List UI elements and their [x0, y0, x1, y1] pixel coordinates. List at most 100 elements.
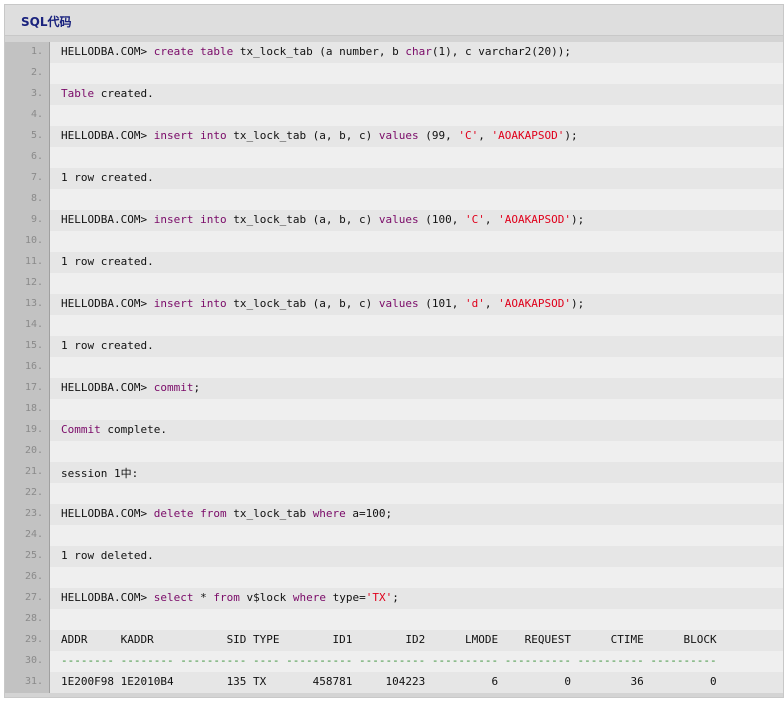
code-text: 1 row created.: [61, 255, 154, 268]
code-line: 13. HELLODBA.COM> insert into tx_lock_tab…: [5, 294, 783, 315]
line-gutter: 25.: [5, 546, 50, 567]
code-token: HELLODBA.COM>: [61, 45, 154, 58]
code-block-header: SQL代码: [5, 5, 783, 36]
code-token: 1 row created.: [61, 339, 154, 352]
code-token: HELLODBA.COM>: [61, 591, 154, 604]
sql-string: 'C': [465, 213, 485, 226]
sql-keyword: insert: [153, 297, 194, 310]
line-number: 22.: [24, 487, 43, 498]
sql-keyword: commit: [153, 381, 194, 394]
sql-keyword: into: [200, 297, 227, 310]
code-line: 15. 1 row created.: [5, 336, 783, 357]
code-line: 12.: [5, 273, 783, 294]
code-token: );: [571, 213, 585, 226]
line-number: 10.: [24, 235, 43, 246]
line-gutter: 12.: [5, 273, 50, 294]
line-number: 1.: [30, 46, 43, 57]
code-token: complete.: [100, 423, 167, 436]
code-line: 18.: [5, 399, 783, 420]
line-gutter: 1.: [5, 42, 50, 63]
line-number: 14.: [24, 319, 43, 330]
code-line: 20.: [5, 441, 783, 462]
separator-text: -------- -------- ---------- ---- ------…: [61, 654, 717, 667]
line-gutter: 29.: [5, 630, 50, 651]
code-token: HELLODBA.COM>: [61, 507, 154, 520]
line-number: 7.: [30, 172, 43, 183]
sql-keyword: values: [378, 129, 419, 142]
code-text: 1E200F98 1E2010B4 135 TX 458781 104223 6…: [61, 675, 717, 688]
sql-string: 'AOAKAPSOD': [498, 213, 572, 226]
sql-keyword: where: [292, 591, 326, 604]
code-token: (101,: [418, 297, 466, 310]
code-token: HELLODBA.COM>: [61, 297, 154, 310]
sql-keyword: where: [312, 507, 346, 520]
line-number: 18.: [24, 403, 43, 414]
line-number: 6.: [30, 151, 43, 162]
code-token: 1E200F98 1E2010B4 135 TX 458781 104223 6…: [61, 675, 717, 688]
line-number: 13.: [24, 298, 43, 309]
line-gutter: 14.: [5, 315, 50, 336]
line-gutter: 4.: [5, 105, 50, 126]
line-number: 27.: [24, 592, 43, 603]
code-token: v$lock: [239, 591, 293, 604]
code-token: (1), c varchar2(20));: [431, 45, 571, 58]
sql-string: 'AOAKAPSOD': [498, 297, 572, 310]
code-text: HELLODBA.COM> commit;: [61, 381, 200, 394]
line-gutter: 9.: [5, 210, 50, 231]
code-line: 1. HELLODBA.COM> create table tx_lock_tab…: [5, 42, 783, 63]
code-line: 2.: [5, 63, 783, 84]
line-gutter: 8.: [5, 189, 50, 210]
code-line: 23. HELLODBA.COM> delete from tx_lock_tab…: [5, 504, 783, 525]
code-token: 1 row deleted.: [61, 549, 154, 562]
sql-keyword: char: [405, 45, 432, 58]
code-text: 1 row created.: [61, 171, 154, 184]
code-token: HELLODBA.COM>: [61, 381, 154, 394]
sql-keyword: create: [153, 45, 194, 58]
line-gutter: 16.: [5, 357, 50, 378]
sql-string: 'd': [465, 297, 485, 310]
code-line: 17. HELLODBA.COM> commit;: [5, 378, 783, 399]
code-line: 3. Table created.: [5, 84, 783, 105]
line-number: 24.: [24, 529, 43, 540]
line-gutter: 31.: [5, 672, 50, 693]
code-text: HELLODBA.COM> insert into tx_lock_tab (a…: [61, 213, 584, 226]
sql-keyword: into: [200, 213, 227, 226]
sql-keyword: from: [213, 591, 240, 604]
code-token: ,: [484, 213, 499, 226]
sql-string: 'TX': [365, 591, 393, 604]
code-token: tx_lock_tab (a, b, c): [226, 213, 379, 226]
line-gutter: 18.: [5, 399, 50, 420]
sql-keyword: select: [153, 591, 194, 604]
code-token: ;: [193, 381, 201, 394]
line-gutter: 3.: [5, 84, 50, 105]
sql-keyword: values: [378, 297, 419, 310]
line-gutter: 27.: [5, 588, 50, 609]
sql-keyword: values: [378, 213, 419, 226]
line-gutter: 15.: [5, 336, 50, 357]
code-text: Table created.: [61, 87, 154, 100]
line-number: 19.: [24, 424, 43, 435]
line-gutter: 23.: [5, 504, 50, 525]
line-gutter: 10.: [5, 231, 50, 252]
line-gutter: 5.: [5, 126, 50, 147]
code-line: 11. 1 row created.: [5, 252, 783, 273]
code-line: 10.: [5, 231, 783, 252]
code-line: 31. 1E200F98 1E2010B4 135 TX 458781 10422…: [5, 672, 783, 693]
sql-keyword: delete: [153, 507, 194, 520]
line-gutter: 28.: [5, 609, 50, 630]
line-gutter: 26.: [5, 567, 50, 588]
sql-string: 'C': [458, 129, 479, 142]
code-token: type=: [325, 591, 366, 604]
code-line: 14.: [5, 315, 783, 336]
sql-keyword: Table: [61, 87, 95, 100]
code-text: HELLODBA.COM> select * from v$lock where…: [61, 591, 399, 604]
code-token: tx_lock_tab (a, b, c): [226, 129, 379, 142]
code-text: 1 row deleted.: [61, 549, 154, 562]
code-token: HELLODBA.COM>: [61, 213, 154, 226]
code-line: 30. -------- -------- ---------- ---- ---…: [5, 651, 783, 672]
code-line: 26.: [5, 567, 783, 588]
line-gutter: 11.: [5, 252, 50, 273]
code-token: tx_lock_tab (a, b, c): [226, 297, 379, 310]
code-block-title: SQL代码: [21, 15, 72, 29]
code-line: 6.: [5, 147, 783, 168]
